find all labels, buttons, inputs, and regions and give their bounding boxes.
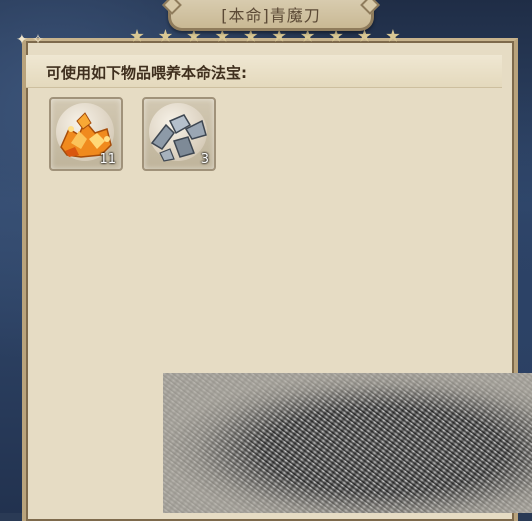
title-plate: [本命]青魔刀 bbox=[162, 0, 380, 31]
star-icon bbox=[357, 29, 372, 42]
prompt-bar: 可使用如下物品喂养本命法宝: bbox=[26, 55, 502, 88]
window-title: [本命]青魔刀 bbox=[221, 6, 321, 25]
item-slot-orange-crystal[interactable]: 11 bbox=[49, 97, 123, 171]
corner-ornament-icon: ✦ ✧ bbox=[16, 32, 44, 48]
star-icon bbox=[187, 29, 201, 42]
star-icon bbox=[272, 29, 286, 42]
star-icon bbox=[158, 29, 173, 42]
star-icon bbox=[300, 29, 315, 42]
star-icon bbox=[130, 29, 144, 42]
star-icon bbox=[329, 29, 343, 42]
star-icon bbox=[215, 29, 230, 42]
star-icon bbox=[244, 29, 258, 42]
feed-prompt: 可使用如下物品喂养本命法宝: bbox=[46, 64, 247, 82]
noise-overlay bbox=[163, 373, 532, 513]
item-count: 3 bbox=[200, 152, 209, 167]
star-row bbox=[130, 29, 400, 45]
item-slot-gray-stone[interactable]: 3 bbox=[142, 97, 216, 171]
item-count: 11 bbox=[99, 152, 116, 167]
star-icon bbox=[386, 29, 400, 42]
